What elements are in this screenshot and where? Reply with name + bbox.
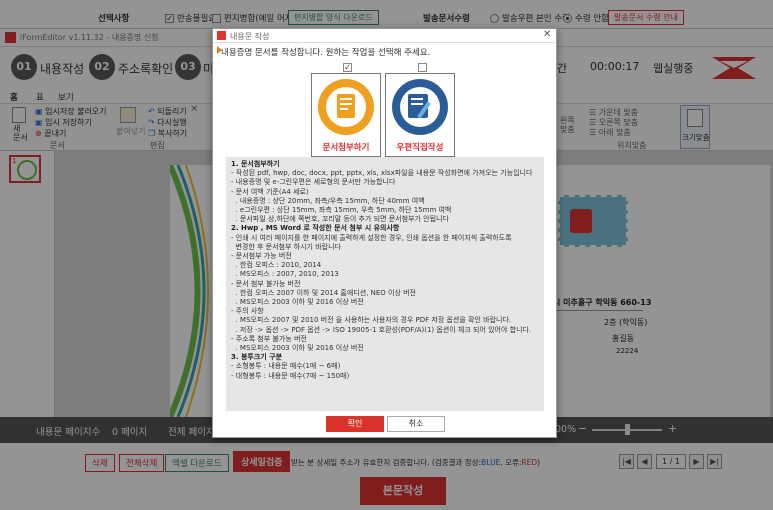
write-direct-label: 우편직접작성	[396, 143, 444, 153]
info-line: . 저장 -> 옵션 -> PDF 옵션 -> ISO 19005-1 호환성(…	[231, 325, 532, 334]
info-line: . MS오피스 : 2007, 2010, 2013	[231, 270, 339, 279]
dialog-message: 내용증명 문서를 작성합니다. 원하는 작업을 선택해 주세요.	[221, 48, 431, 58]
attach-document-label: 문서첨부하기	[322, 143, 370, 153]
info-line: 변경한 후 문서첨부 하시기 바랍니다	[231, 242, 341, 251]
attach-document-icon	[318, 79, 374, 135]
info-line: . MS오피스 2003 이하 및 2016 이상 버전	[231, 344, 364, 353]
info-line: - 주소록 첨부 불가능 버전	[231, 334, 307, 343]
info-line: - 문서 첨부 불가능 버전	[231, 279, 301, 288]
info-line: . MS오피스 2007 및 2010 버전 을 사용하는 사용자의 경우 PD…	[231, 316, 512, 325]
content-dialog: 내용문 작성 ✕ 내용증명 문서를 작성합니다. 원하는 작업을 선택해 주세요…	[212, 28, 557, 438]
write-direct-card[interactable]: 우편직접작성	[385, 73, 455, 157]
info-lines: 1. 문서첨부하기 - 작성된 pdf, hwp, doc, docx, ppt,…	[226, 157, 544, 384]
dialog-close-icon[interactable]: ✕	[543, 29, 551, 40]
info-heading: 2. Hwp , MS Word 로 작성한 문서 첨부 시 유의사항	[231, 224, 400, 233]
dialog-logo-icon	[217, 31, 226, 40]
attach-document-card[interactable]: 문서첨부하기	[311, 73, 381, 157]
info-line: . e그린우편 : 상단 15mm, 좌측 15mm, 우측 5mm, 하단 1…	[231, 206, 452, 215]
info-line: . MS오피스 2003 이하 및 2016 이상 버전	[231, 298, 364, 307]
dialog-titlebar: 내용문 작성 ✕	[213, 29, 556, 43]
info-line: . 한컴 오피스 2007 이하 및 2014 홈에디션, NEO 이상 버전	[231, 288, 416, 297]
info-line: - 문서 여백 기준(A4 세로)	[231, 187, 309, 196]
dialog-title: 내용문 작성	[230, 32, 270, 41]
info-heading: 1. 문서첨부하기	[231, 160, 280, 168]
option2-checkbox[interactable]	[418, 63, 427, 72]
info-line: - 소형봉투 : 내용문 매수(1매 ~ 6매)	[231, 362, 341, 371]
write-direct-icon	[392, 79, 448, 135]
info-line: - 인쇄 시 여러 페이지를 한 페이지에 출력하게 설정한 경우, 인쇄 옵션…	[231, 233, 512, 242]
cancel-button[interactable]: 취소	[387, 416, 445, 432]
option1-checkbox[interactable]	[343, 63, 352, 72]
info-line: - 대형봉투 : 내용문 매수(7매 ~ 150매)	[231, 371, 350, 380]
info-line: . 내용증명 : 상단 20mm, 좌측/우측 15mm, 하단 40mm 여백	[231, 196, 425, 205]
info-box: 1. 문서첨부하기 - 작성된 pdf, hwp, doc, docx, ppt,…	[226, 157, 544, 411]
confirm-button[interactable]: 확인	[326, 416, 384, 432]
info-line: - 문서첨부 가능 버전	[231, 252, 292, 261]
info-line: - 내용증명 및 e-그린우편은 세로형의 문서만 가능합니다	[231, 178, 396, 187]
